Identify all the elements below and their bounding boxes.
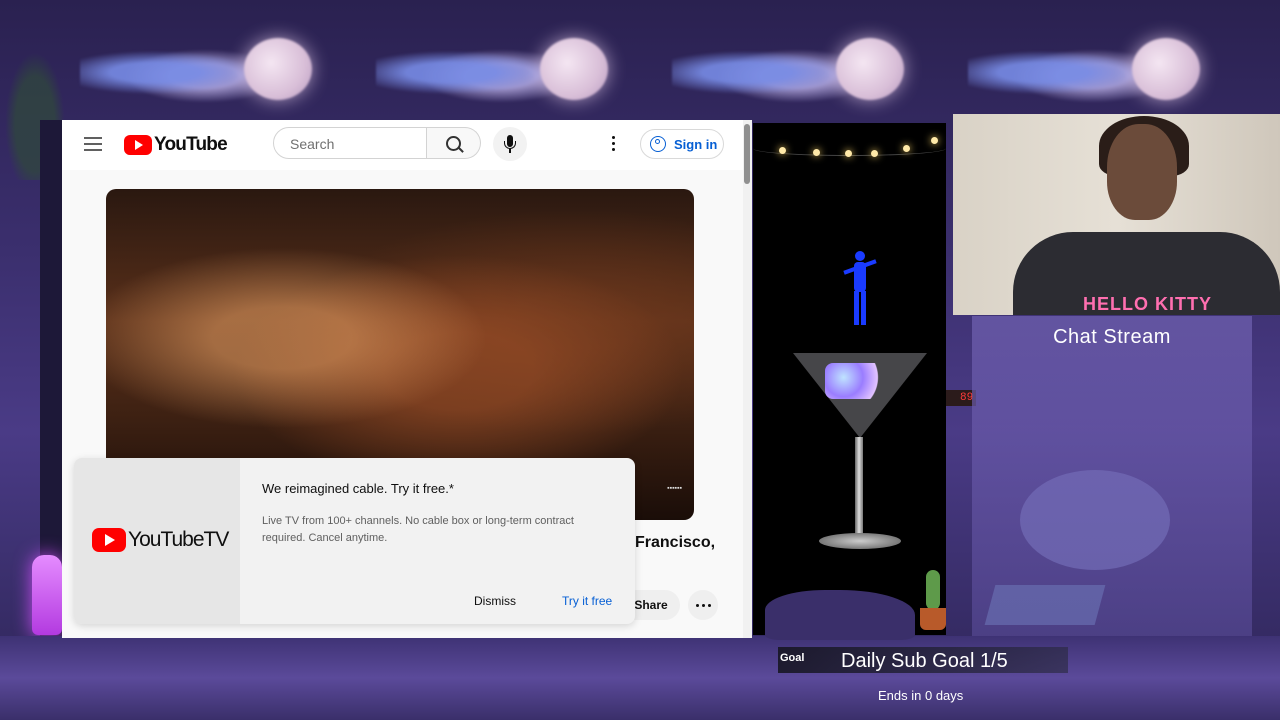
martini-glass <box>793 353 927 568</box>
scrollbar[interactable] <box>743 120 752 638</box>
sleeping-cat <box>765 590 915 640</box>
streamer-face <box>1107 124 1177 220</box>
chat-title: Chat Stream <box>1053 326 1171 348</box>
microphone-base <box>509 149 511 153</box>
promo-logo-panel: YouTubeTV <box>74 458 240 624</box>
try-it-free-button[interactable]: Try it free <box>562 594 612 608</box>
search-button[interactable] <box>427 127 481 159</box>
scrollbar-thumb[interactable] <box>744 124 750 184</box>
video-watermark: ▪▪▪▪▪▪ <box>667 485 682 492</box>
dancer-leg <box>861 291 866 325</box>
youtube-tv-logo-text: YouTubeTV <box>128 528 229 551</box>
menu-icon[interactable] <box>84 137 102 151</box>
floor <box>0 636 1280 720</box>
search-icon <box>446 136 461 151</box>
youtube-tv-play-icon <box>92 528 126 552</box>
youtube-header: YouTube Sign in <box>62 120 752 170</box>
string-lights <box>753 123 946 173</box>
goal-label: Goal <box>780 652 805 664</box>
cactus-body <box>926 570 940 610</box>
webcam-feed: HELLO KITTY <box>953 114 1280 315</box>
cactus-pot <box>920 608 946 630</box>
promo-body: Live TV from 100+ channels. No cable box… <box>262 515 574 544</box>
moon-cloud-tile <box>968 34 1218 104</box>
lava-lamp <box>32 555 62 635</box>
cactus-plant <box>918 570 948 630</box>
moon-icon <box>244 38 312 100</box>
light-bulb-icon <box>931 137 938 144</box>
video-title: Francisco, <box>635 534 716 551</box>
youtube-window: YouTube Sign in ▪▪▪▪▪▪ Francisco, Share <box>62 120 752 638</box>
settings-more-icon[interactable] <box>612 136 616 152</box>
search-input[interactable] <box>288 135 422 153</box>
youtube-play-icon <box>124 135 152 155</box>
moon-cloud-tile <box>80 34 330 104</box>
dancer-leg <box>854 291 859 325</box>
moon-banner <box>80 34 1240 104</box>
chat-stream-panel: Chat Stream <box>972 316 1252 636</box>
account-icon <box>650 136 666 152</box>
light-bulb-icon <box>903 145 910 152</box>
goal-text: Daily Sub Goal 1/5 <box>841 650 1008 672</box>
light-bulb-icon <box>845 150 852 157</box>
moon-icon <box>540 38 608 100</box>
youtube-logo[interactable]: YouTube <box>124 134 228 156</box>
dancer-head <box>855 251 865 261</box>
light-bulb-icon <box>779 147 786 154</box>
goal-ends: Ends in 0 days <box>878 688 964 703</box>
youtube-logo-text: YouTube <box>154 134 228 155</box>
more-actions-button[interactable] <box>688 590 718 620</box>
shirt-logo-text: HELLO KITTY <box>1083 294 1212 314</box>
dancer-figure <box>843 251 877 327</box>
promo-headline: We reimagined cable. Try it free.* <box>262 481 454 496</box>
glass-stem <box>855 437 863 537</box>
light-bulb-icon <box>871 150 878 157</box>
search-box <box>273 127 427 159</box>
glass-foot <box>819 533 901 549</box>
moon-cloud-tile <box>376 34 626 104</box>
moon-cloud-tile <box>672 34 922 104</box>
sign-in-label: Sign in <box>674 136 718 152</box>
light-bulb-icon <box>813 149 820 156</box>
martini-overlay <box>753 123 946 635</box>
sign-in-button[interactable]: Sign in <box>640 129 724 159</box>
youtube-tv-promo: YouTubeTV We reimagined cable. Try it fr… <box>74 458 635 624</box>
moon-icon <box>836 38 904 100</box>
gem-hearts <box>825 363 887 399</box>
dismiss-button[interactable]: Dismiss <box>474 594 516 608</box>
microphone-stand <box>504 141 516 149</box>
youtube-tv-logo: YouTubeTV <box>92 528 229 552</box>
dancer-torso <box>854 262 866 292</box>
voice-search-button[interactable] <box>493 127 527 161</box>
moon-icon <box>1132 38 1200 100</box>
